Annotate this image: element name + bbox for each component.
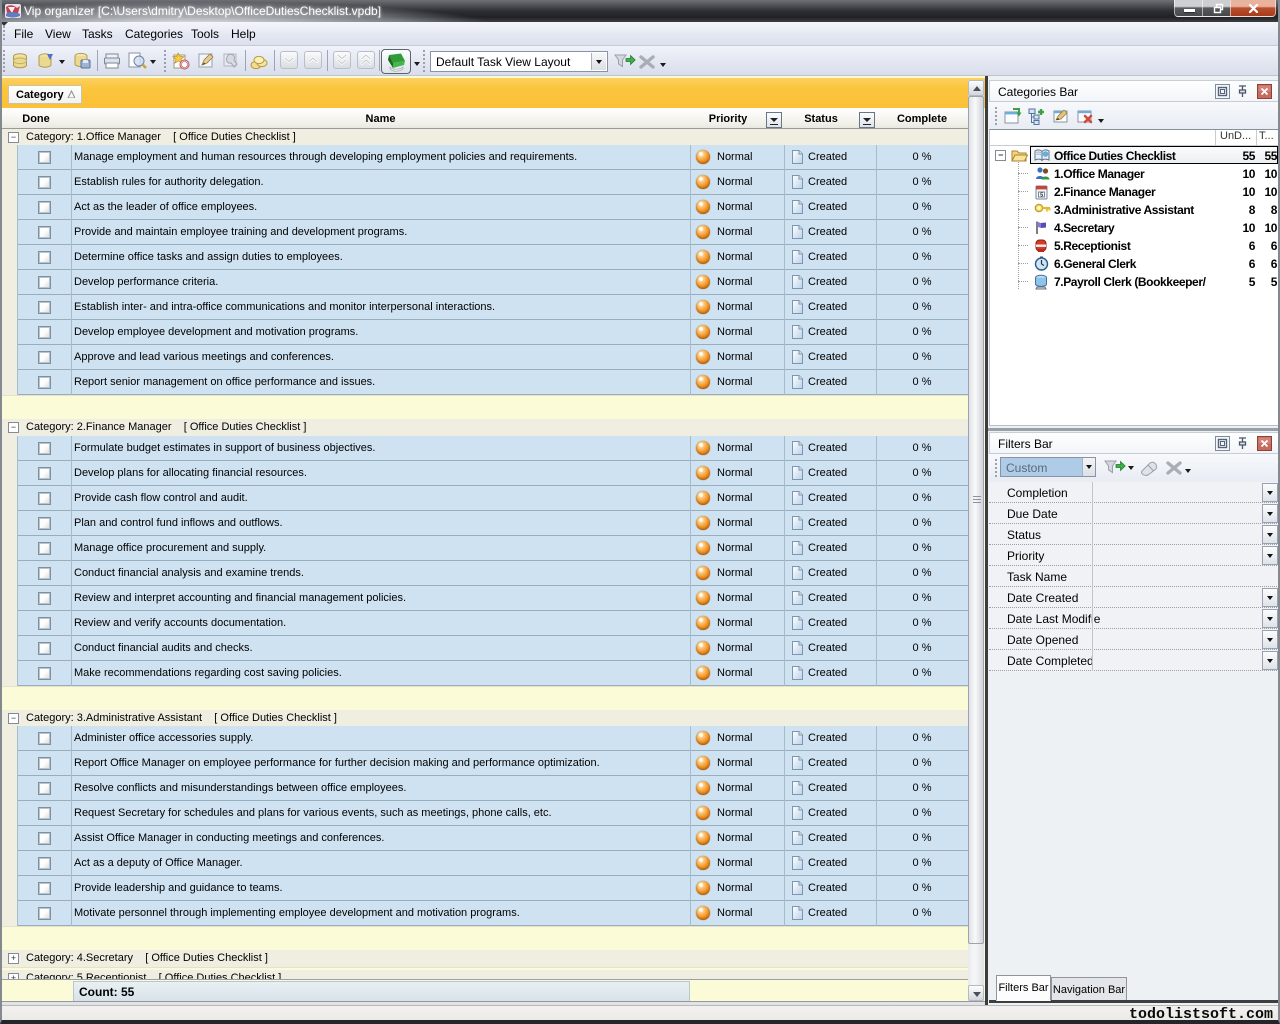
svg-text:5: 5 — [1040, 193, 1043, 199]
